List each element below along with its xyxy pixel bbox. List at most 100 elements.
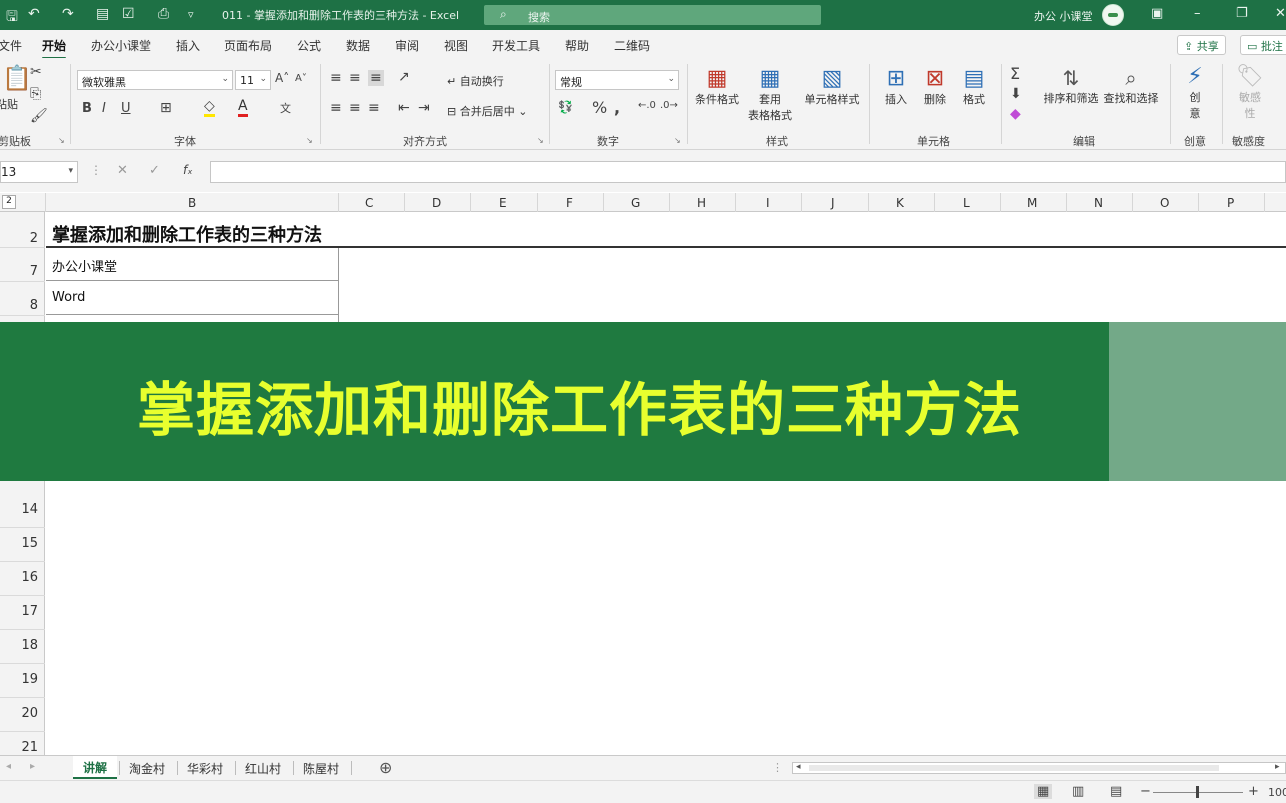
insert-cells-button[interactable]: ⊞ 插入 (878, 66, 914, 107)
paste-icon[interactable]: 📋 (2, 64, 32, 92)
restore-icon[interactable]: ❐ (1236, 6, 1248, 21)
underline-icon[interactable]: U (121, 101, 131, 116)
tab-file[interactable]: 文件 (0, 37, 22, 54)
creative-button[interactable]: ⚡ 创 意 (1180, 64, 1210, 121)
sheet-tab-hongshan[interactable]: 红山村 (245, 760, 281, 777)
borders-icon[interactable]: ⊞ (160, 100, 172, 116)
scrollbar-thumb[interactable] (809, 765, 1219, 771)
horizontal-scrollbar[interactable]: ◂ ▸ (792, 762, 1286, 774)
align-center-icon[interactable]: ≡ (349, 100, 361, 116)
sheet-tab-huacai[interactable]: 华彩村 (187, 760, 223, 777)
increase-font-icon[interactable]: A˄ (275, 71, 289, 85)
tab-help[interactable]: 帮助 (565, 37, 589, 54)
tab-home[interactable]: 开始 (42, 37, 67, 60)
cancel-icon[interactable]: ✕ (117, 163, 128, 178)
check-list-icon[interactable]: ☑ (122, 6, 135, 22)
align-top-icon[interactable]: ≡ (330, 70, 342, 86)
clear-icon[interactable]: ◆ (1010, 106, 1021, 122)
row-header-7[interactable]: 7 (0, 264, 44, 279)
column-header-c[interactable]: C (365, 196, 373, 210)
increase-indent-icon[interactable]: ⇥ (418, 100, 430, 116)
customize-qat-icon[interactable]: ▿ (188, 8, 194, 21)
close-icon[interactable]: ✕ (1275, 6, 1286, 21)
row-header-2[interactable]: 2 (0, 231, 44, 246)
save-icon[interactable]: 🖫 (6, 6, 18, 30)
insert-function-icon[interactable]: fₓ (183, 163, 193, 177)
column-header-p[interactable]: P (1227, 196, 1234, 210)
tab-data[interactable]: 数据 (346, 37, 370, 54)
decrease-font-icon[interactable]: A˅ (295, 73, 307, 84)
merge-center-button[interactable]: ⊟ 合并后居中 ⌄ (447, 103, 527, 119)
row-header-16[interactable]: 16 (0, 570, 44, 585)
column-header-i[interactable]: I (766, 196, 770, 210)
number-format-dropdown[interactable]: 常规 ⌄ (555, 70, 679, 90)
cell-b8[interactable]: Word (52, 290, 85, 305)
column-header-f[interactable]: F (566, 196, 573, 210)
column-header-n[interactable]: N (1094, 196, 1103, 210)
increase-decimal-icon[interactable]: ←.0 (638, 100, 656, 111)
tab-review[interactable]: 审阅 (395, 37, 419, 54)
normal-view-icon[interactable]: ▦ (1034, 784, 1053, 799)
column-header-e[interactable]: E (499, 196, 507, 210)
font-launcher-icon[interactable]: ↘ (306, 136, 313, 145)
cut-icon[interactable]: ✂ (30, 64, 42, 80)
sensitivity-button[interactable]: 🏷 敏感 性 (1230, 64, 1270, 121)
accounting-format-icon[interactable]: 💱 (558, 100, 573, 114)
font-color-icon[interactable]: A (238, 98, 248, 117)
column-header-j[interactable]: J (831, 196, 835, 210)
column-header-h[interactable]: H (697, 196, 706, 210)
wrap-text-button[interactable]: ↵ 自动换行 (447, 73, 504, 89)
scroll-left-arrow-icon[interactable]: ◂ (796, 762, 801, 772)
conditional-formatting-button[interactable]: ▦ 条件格式 (693, 66, 741, 107)
splitter-handle-icon[interactable]: ⋮ (772, 761, 783, 774)
tab-formulas[interactable]: 公式 (297, 37, 321, 54)
sheet-tab-taojin[interactable]: 淘金村 (129, 760, 165, 777)
format-cells-button[interactable]: ▤ 格式 (956, 66, 992, 107)
decrease-decimal-icon[interactable]: .0→ (660, 100, 678, 111)
share-button[interactable]: ⇪ 共享 (1177, 35, 1226, 55)
column-header-k[interactable]: K (896, 196, 904, 210)
sheet-tab-chenwu[interactable]: 陈屋村 (303, 760, 339, 777)
column-header-b[interactable]: B (188, 196, 196, 210)
alignment-launcher-icon[interactable]: ↘ (537, 136, 544, 145)
fill-color-icon[interactable]: ◇ (204, 98, 215, 117)
comments-button[interactable]: ▭ 批注 (1240, 35, 1286, 55)
search-box[interactable]: ⌕ 搜索 (484, 5, 821, 25)
tab-view[interactable]: 视图 (444, 37, 468, 54)
cell-styles-button[interactable]: ▧ 单元格样式 (802, 66, 862, 107)
sheet-tab-lecture[interactable]: 讲解 (73, 756, 118, 779)
align-left-icon[interactable]: ≡ (330, 100, 342, 116)
add-sheet-icon[interactable]: ⊕ (379, 758, 392, 777)
phonetic-icon[interactable]: 文 (280, 100, 291, 116)
row-header-8[interactable]: 8 (0, 298, 44, 313)
clipboard-launcher-icon[interactable]: ↘ (58, 136, 65, 145)
copy-icon[interactable]: ⎘ (30, 86, 41, 102)
formula-input[interactable] (210, 161, 1286, 183)
format-painter-icon[interactable]: 🖌 (30, 108, 48, 124)
format-as-table-button[interactable]: ▦ 套用 表格格式 (742, 66, 798, 123)
page-break-view-icon[interactable]: ▤ (1110, 784, 1122, 799)
zoom-slider-thumb[interactable] (1196, 786, 1199, 798)
tab-qrcode[interactable]: 二维码 (614, 37, 650, 54)
percent-icon[interactable]: % (592, 98, 607, 117)
row-header-18[interactable]: 18 (0, 638, 44, 653)
row-header-19[interactable]: 19 (0, 672, 44, 687)
row-header-17[interactable]: 17 (0, 604, 44, 619)
ribbon-display-icon[interactable]: ▣ (1151, 6, 1163, 21)
tab-insert[interactable]: 插入 (176, 37, 200, 54)
column-header-l[interactable]: L (963, 196, 970, 210)
page-layout-view-icon[interactable]: ▥ (1072, 784, 1084, 799)
paste-label[interactable]: 粘贴 (0, 96, 18, 112)
comma-style-icon[interactable]: , (614, 98, 620, 117)
decrease-indent-icon[interactable]: ⇤ (398, 100, 410, 116)
zoom-in-icon[interactable]: + (1248, 784, 1259, 799)
scroll-right-icon[interactable]: ▸ (30, 761, 35, 772)
column-header-o[interactable]: O (1160, 196, 1169, 210)
column-header-g[interactable]: G (631, 196, 640, 210)
number-launcher-icon[interactable]: ↘ (674, 136, 681, 145)
tab-page-layout[interactable]: 页面布局 (224, 37, 272, 54)
scroll-left-icon[interactable]: ◂ (6, 761, 11, 772)
row-header-21[interactable]: 21 (0, 740, 44, 755)
print-preview-icon[interactable]: ⎙ (158, 6, 169, 22)
undo-icon[interactable]: ↶ (28, 6, 40, 22)
